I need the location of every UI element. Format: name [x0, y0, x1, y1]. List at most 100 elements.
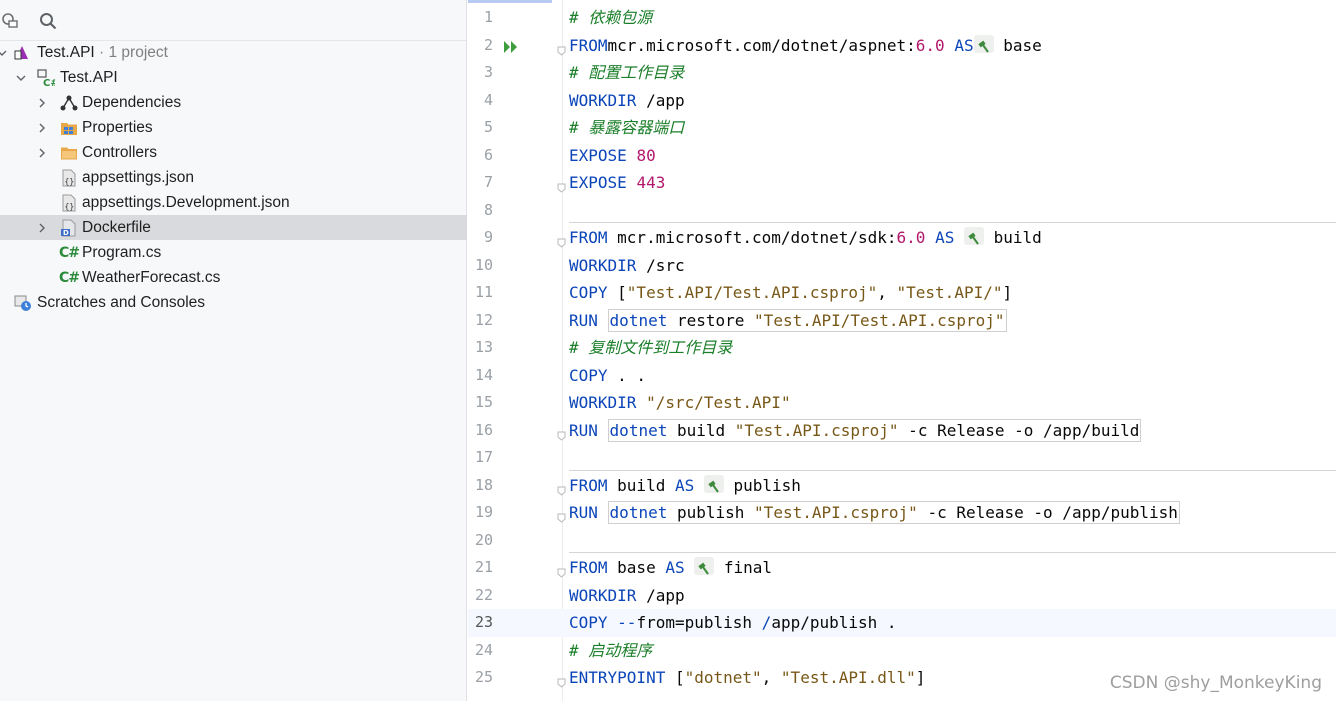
code-line[interactable]: 21 FROM base AS final: [468, 554, 1336, 582]
chevron-down-icon[interactable]: [15, 72, 27, 84]
code-text: # 启动程序: [569, 640, 653, 660]
code-editor[interactable]: 1 # 依赖包源 2 FROMmcr.microsoft.com/dotnet/asp…: [468, 0, 1336, 701]
hammer-icon[interactable]: [694, 557, 715, 575]
tree-item-weatherforecast-cs[interactable]: C# WeatherForecast.cs: [0, 265, 467, 290]
hammer-icon[interactable]: [703, 474, 724, 493]
code-line[interactable]: 10 WORKDIR /src: [468, 252, 1336, 280]
code-line[interactable]: 4 WORKDIR /app: [468, 87, 1336, 115]
stage-separator: [569, 222, 1336, 223]
hammer-icon[interactable]: [973, 34, 994, 53]
code-line[interactable]: 24 # 启动程序: [468, 637, 1336, 665]
stage-separator: [569, 470, 1336, 471]
tree-item-label: appsettings.Development.json: [82, 193, 290, 211]
svg-text:D: D: [63, 229, 69, 237]
tree-item-scratches[interactable]: Scratches and Consoles: [0, 290, 467, 315]
code-text: # 暴露容器端口: [569, 118, 685, 137]
tree-item-properties[interactable]: Properties: [0, 115, 467, 140]
code-line[interactable]: 16 RUN dotnet build "Test.API.csproj" -c …: [468, 417, 1336, 445]
line-number: 24: [474, 640, 493, 659]
line-number: 1: [483, 8, 493, 26]
project-count: · 1 project: [99, 43, 168, 61]
code-line[interactable]: 22 WORKDIR /app: [468, 582, 1336, 610]
fold-marker-icon[interactable]: [557, 233, 566, 248]
csharp-project-icon: C#: [37, 68, 55, 87]
tree-item-dockerfile[interactable]: D Dockerfile: [0, 215, 467, 240]
tree-item-label: Properties: [82, 118, 153, 136]
tree-item-controllers[interactable]: Controllers: [0, 140, 467, 165]
code-line[interactable]: 8: [468, 197, 1336, 225]
scratches-icon: [14, 294, 32, 312]
solution-node[interactable]: Test.API · 1 project: [0, 40, 467, 65]
line-number: 19: [474, 503, 493, 521]
hammer-icon[interactable]: [963, 227, 984, 245]
chevron-down-icon[interactable]: [0, 47, 8, 59]
code-text: WORKDIR /app: [569, 90, 685, 110]
json-file-icon: {}: [60, 169, 78, 187]
code-line[interactable]: 9 FROM mcr.microsoft.com/dotnet/sdk:6.0 A…: [468, 224, 1336, 252]
line-number: 8: [483, 200, 493, 219]
project-toolbar: [0, 0, 466, 41]
line-number: 9: [483, 228, 493, 246]
chevron-right-icon[interactable]: [36, 97, 48, 109]
line-number: 7: [483, 173, 493, 191]
view-options-icon[interactable]: [0, 11, 20, 31]
line-number: 16: [474, 420, 493, 439]
fold-marker-icon[interactable]: [557, 481, 566, 496]
line-number: 14: [474, 365, 493, 384]
line-number: 20: [474, 530, 493, 549]
tree-item-dependencies[interactable]: Dependencies: [0, 90, 467, 115]
code-line[interactable]: 19 RUN dotnet publish "Test.API.csproj" -…: [468, 499, 1336, 527]
tree-item-appsettings[interactable]: {} appsettings.json: [0, 165, 467, 190]
tree-item-appsettings-development[interactable]: {} appsettings.Development.json: [0, 190, 467, 215]
dependencies-icon: [60, 94, 78, 112]
properties-folder-icon: [60, 119, 78, 137]
chevron-right-icon[interactable]: [36, 147, 48, 159]
code-line[interactable]: 11 COPY ["Test.API/Test.API.csproj", "Tes…: [468, 279, 1336, 307]
search-icon[interactable]: [38, 11, 58, 31]
project-label: Test.API: [60, 68, 118, 86]
line-number: 17: [474, 448, 493, 466]
code-line[interactable]: 15 WORKDIR "/src/Test.API": [468, 389, 1336, 417]
code-line[interactable]: 3 # 配置工作目录: [468, 59, 1336, 87]
code-line[interactable]: 12 RUN dotnet restore "Test.API/Test.API.…: [468, 307, 1336, 335]
code-text: RUN dotnet publish "Test.API.csproj" -c …: [569, 501, 1180, 524]
shell-command-highlight: dotnet build "Test.API.csproj" -c Releas…: [607, 418, 1142, 442]
code-line[interactable]: 1 # 依赖包源: [468, 4, 1336, 32]
code-line[interactable]: 13 # 复制文件到工作目录: [468, 334, 1336, 362]
code-text: # 复制文件到工作目录: [569, 338, 733, 357]
code-line[interactable]: 2 FROMmcr.microsoft.com/dotnet/aspnet:6.0…: [468, 32, 1336, 60]
code-line[interactable]: 23 COPY --from=publish /app/publish .: [468, 609, 1336, 637]
chevron-right-icon[interactable]: [36, 222, 48, 234]
code-text: EXPOSE 443: [569, 173, 666, 192]
code-text: # 配置工作目录: [569, 63, 685, 82]
code-line[interactable]: 5 # 暴露容器端口: [468, 114, 1336, 142]
fold-marker-icon[interactable]: [557, 673, 566, 688]
fold-marker-icon[interactable]: [557, 426, 566, 441]
fold-marker-icon[interactable]: [557, 178, 566, 193]
chevron-right-icon[interactable]: [36, 122, 48, 134]
code-line[interactable]: 6 EXPOSE 80: [468, 142, 1336, 170]
code-text: RUN dotnet build "Test.API.csproj" -c Re…: [569, 418, 1142, 442]
code-text: RUN dotnet restore "Test.API/Test.API.cs…: [569, 308, 1007, 332]
tree-item-label: WeatherForecast.cs: [82, 268, 221, 286]
fold-marker-icon[interactable]: [557, 41, 566, 56]
svg-text:C#: C#: [43, 78, 55, 87]
fold-marker-icon[interactable]: [557, 508, 566, 523]
line-number: 21: [474, 558, 493, 576]
solution-icon: [13, 44, 31, 62]
code-text: FROM mcr.microsoft.com/dotnet/sdk:6.0 AS…: [569, 227, 1042, 247]
tree-item-label: Dockerfile: [82, 218, 151, 236]
project-node[interactable]: C# Test.API: [0, 65, 467, 90]
project-panel: Test.API · 1 project C# Test.API Depende…: [0, 0, 467, 701]
code-line[interactable]: 18 FROM build AS publish: [468, 472, 1336, 500]
code-line[interactable]: 20: [468, 527, 1336, 555]
code-line[interactable]: 7 EXPOSE 443: [468, 169, 1336, 197]
tree-item-program-cs[interactable]: C# Program.cs: [0, 240, 467, 265]
tree-item-label: Dependencies: [82, 93, 182, 111]
run-icon[interactable]: [503, 39, 519, 58]
code-line[interactable]: 17: [468, 444, 1336, 472]
line-number: 22: [474, 585, 493, 604]
code-line[interactable]: 14 COPY . .: [468, 362, 1336, 390]
line-number: 4: [483, 90, 493, 109]
fold-marker-icon[interactable]: [557, 563, 566, 578]
